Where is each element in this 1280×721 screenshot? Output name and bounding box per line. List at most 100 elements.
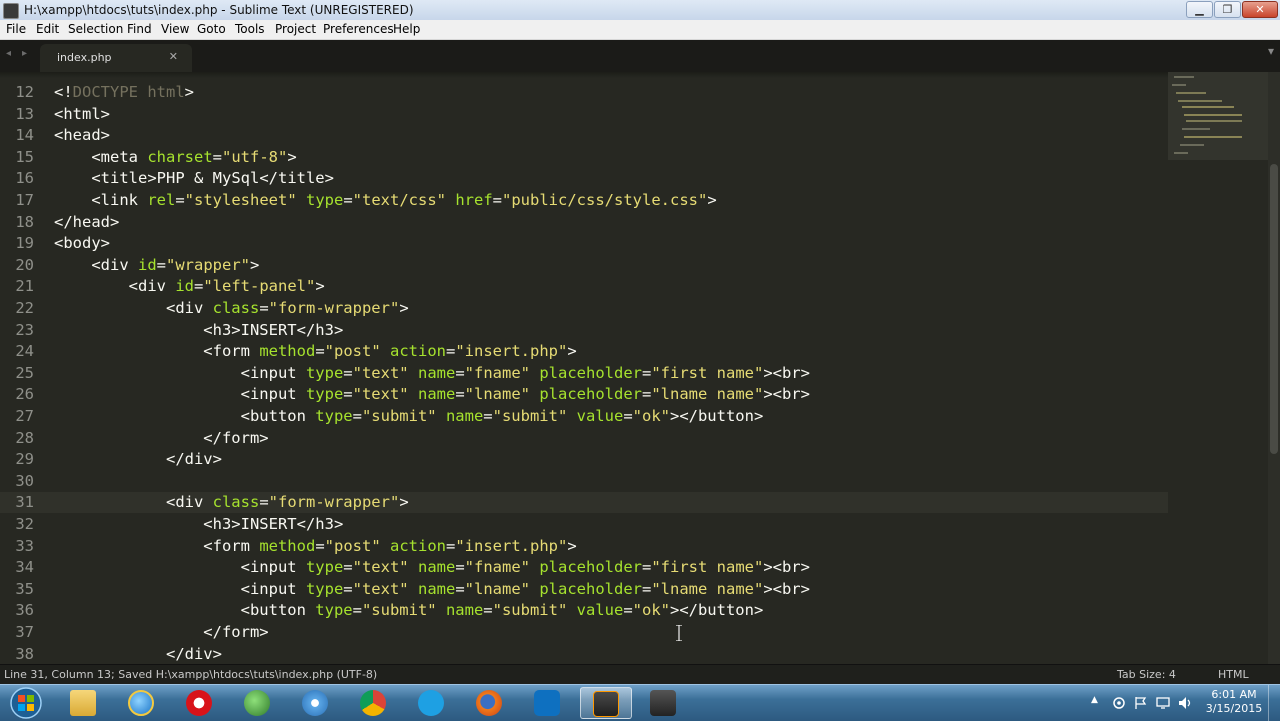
code-token: = xyxy=(641,579,652,598)
menu-tools[interactable]: Tools xyxy=(235,22,265,36)
status-tab-size[interactable]: Tab Size: 4 xyxy=(1117,668,1176,681)
show-desktop-button[interactable] xyxy=(1268,685,1280,721)
line-number: 28 xyxy=(15,428,34,447)
line-code: <meta charset="utf-8"> xyxy=(54,147,296,168)
code-token: = xyxy=(343,579,353,598)
code-line[interactable]: 26 <input type="text" name="lname" place… xyxy=(0,384,1168,405)
code-token: = xyxy=(492,191,503,209)
code-line[interactable]: 32 <h3>INSERT</h3> xyxy=(0,514,1168,535)
code-token: </div> xyxy=(54,450,222,469)
menu-help[interactable]: Help xyxy=(393,22,420,36)
status-syntax[interactable]: HTML xyxy=(1218,668,1249,681)
scrollbar-thumb[interactable] xyxy=(1270,164,1278,454)
taskbar-skype[interactable] xyxy=(406,687,458,719)
code-line[interactable]: 20 <div id="wrapper"> xyxy=(0,255,1168,276)
code-token: name xyxy=(417,558,456,577)
menu-file[interactable]: File xyxy=(6,22,26,36)
menu-preferences[interactable]: Preferences xyxy=(323,22,394,36)
tab-dropdown-icon[interactable]: ▾ xyxy=(1268,44,1274,58)
minimize-button[interactable]: ▁ xyxy=(1186,1,1213,18)
taskbar-file-explorer[interactable] xyxy=(58,687,110,719)
teamviewer-icon xyxy=(534,690,560,716)
code-line[interactable]: 12 <!DOCTYPE html> xyxy=(0,82,1168,103)
code-line[interactable]: 34 <input type="text" name="fname" place… xyxy=(0,557,1168,578)
tray-flag-icon[interactable] xyxy=(1134,696,1148,710)
taskbar-internet-explorer[interactable] xyxy=(116,687,168,719)
tab-index-php[interactable]: index.php ✕ xyxy=(40,44,192,72)
tab-nav-right-icon[interactable]: ▸ xyxy=(22,48,27,59)
code-token: <form xyxy=(54,342,260,361)
code-token: > xyxy=(399,299,409,317)
code-line[interactable]: 25 <input type="text" name="fname" place… xyxy=(0,363,1168,384)
code-line[interactable]: 18 </head> xyxy=(0,212,1168,233)
tab-close-icon[interactable]: ✕ xyxy=(169,50,178,63)
code-line[interactable]: 38 </div> xyxy=(0,644,1168,664)
line-code: <h3>INSERT</h3> xyxy=(54,320,343,341)
code-token: ></button> xyxy=(669,601,764,620)
menu-edit[interactable]: Edit xyxy=(36,22,59,36)
code-token: type xyxy=(305,558,344,577)
code-line[interactable]: 31 <div class="form-wrapper"> xyxy=(0,492,1168,514)
code-line[interactable]: 36 <button type="submit" name="submit" v… xyxy=(0,600,1168,621)
code-token: "submit" xyxy=(492,407,568,425)
code-line[interactable]: 16 <title>PHP & MySql</title> xyxy=(0,168,1168,189)
code-line[interactable]: 27 <button type="submit" name="submit" v… xyxy=(0,406,1168,427)
code-line[interactable]: 28 </form> xyxy=(0,428,1168,449)
tab-nav-left-icon[interactable]: ◂ xyxy=(6,48,11,59)
show-hidden-icons-button[interactable]: ▲ xyxy=(1091,695,1098,705)
code-editor[interactable]: 12 <!DOCTYPE html> 13 <html> 14 <head> 15 <met… xyxy=(0,72,1280,664)
code-line[interactable]: 30 xyxy=(0,471,1168,492)
code-line[interactable]: 15 <meta charset="utf-8"> xyxy=(0,147,1168,168)
code-line[interactable]: 23 <h3>INSERT</h3> xyxy=(0,320,1168,341)
taskbar-teamviewer[interactable] xyxy=(522,687,574,719)
taskbar-chrome[interactable] xyxy=(348,687,400,719)
line-number: 19 xyxy=(15,234,34,253)
code-line[interactable]: 37 </form> xyxy=(0,622,1168,643)
code-line[interactable]: 24 <form method="post" action="insert.ph… xyxy=(0,341,1168,362)
code-token: = xyxy=(455,385,465,404)
tray-monitor-icon[interactable] xyxy=(1156,696,1170,710)
taskbar-xampp[interactable] xyxy=(638,687,690,719)
code-line[interactable]: 29 </div> xyxy=(0,449,1168,470)
code-token: "lname" xyxy=(464,579,530,598)
code-line[interactable]: 22 <div class="form-wrapper"> xyxy=(0,298,1168,319)
close-window-button[interactable]: ✕ xyxy=(1242,1,1278,18)
code-line[interactable]: 21 <div id="left-panel"> xyxy=(0,276,1168,297)
taskbar-safari[interactable] xyxy=(290,687,342,719)
minimap[interactable] xyxy=(1168,72,1268,664)
vertical-scrollbar[interactable] xyxy=(1268,72,1280,664)
code-line[interactable]: 19 <body> xyxy=(0,233,1168,254)
code-token: > xyxy=(399,493,409,512)
taskbar-sublime-text[interactable] xyxy=(580,687,632,719)
code-line[interactable]: 14 <head> xyxy=(0,125,1168,146)
menu-view[interactable]: View xyxy=(161,22,189,36)
code-line[interactable]: 35 <input type="text" name="lname" place… xyxy=(0,579,1168,600)
menu-goto[interactable]: Goto xyxy=(197,22,226,36)
taskbar-firefox[interactable] xyxy=(464,687,516,719)
window-title-bar[interactable]: H:\xampp\htdocs\tuts\index.php - Sublime… xyxy=(0,0,1280,21)
menu-find[interactable]: Find xyxy=(127,22,152,36)
menu-selection[interactable]: Selection xyxy=(68,22,123,36)
code-line[interactable]: 33 <form method="post" action="insert.ph… xyxy=(0,536,1168,557)
tray-network-icon[interactable] xyxy=(1112,696,1126,710)
taskbar-network-globe[interactable] xyxy=(232,687,284,719)
code-token: ><br> xyxy=(763,385,810,404)
close-icon: ✕ xyxy=(1255,3,1265,16)
line-number: 29 xyxy=(15,450,34,469)
code-token: "post" xyxy=(324,536,381,555)
start-button[interactable] xyxy=(0,687,52,719)
code-line[interactable]: 17 <link rel="stylesheet" type="text/css… xyxy=(0,190,1168,211)
minimap-line xyxy=(1176,92,1206,94)
code-line[interactable]: 13 <html> xyxy=(0,104,1168,125)
tray-volume-icon[interactable] xyxy=(1178,696,1194,710)
taskbar-clock[interactable]: 6:01 AM 3/15/2015 xyxy=(1204,688,1264,716)
menu-project[interactable]: Project xyxy=(275,22,316,36)
code-token: "post" xyxy=(324,342,381,361)
maximize-button[interactable]: ❐ xyxy=(1214,1,1241,18)
taskbar-opera[interactable] xyxy=(174,687,226,719)
line-number: 36 xyxy=(15,601,34,620)
code-token: = xyxy=(259,493,269,512)
